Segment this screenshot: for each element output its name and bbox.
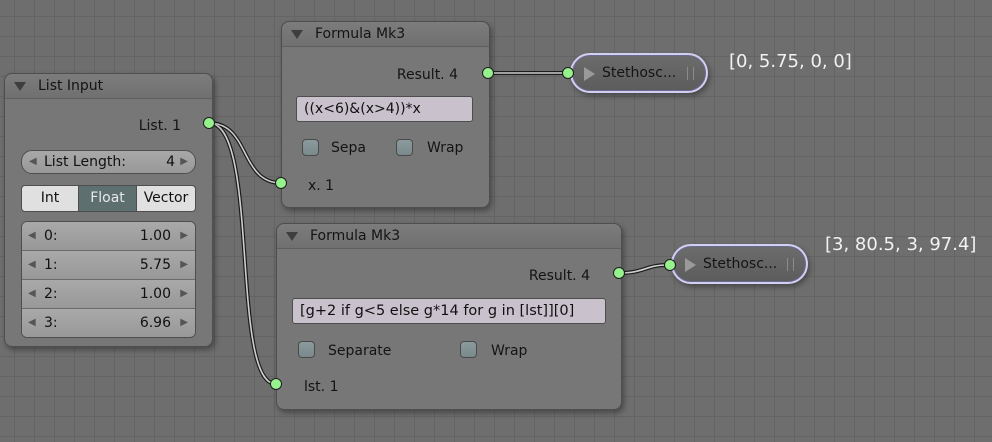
list-length-value: 4 xyxy=(166,154,175,170)
increment-arrow-icon[interactable]: ▶ xyxy=(180,317,188,328)
wrap-checkbox-label: Wrap xyxy=(491,343,528,359)
list-value-row[interactable]: ◀ 2: 1.00 ▶ xyxy=(22,280,195,309)
decrement-arrow-icon[interactable]: ◀ xyxy=(28,259,36,270)
result-socket-label: Result. 4 xyxy=(396,67,458,83)
list-value-number: 1.00 xyxy=(139,228,171,244)
increment-arrow-icon[interactable]: ▶ xyxy=(180,259,188,270)
formula-input[interactable]: ((x<6)&(x>4))*x xyxy=(296,96,473,122)
stethoscope-node-2[interactable]: Stethosc... xyxy=(671,244,808,284)
collapse-arrow-icon[interactable] xyxy=(291,30,303,39)
decrement-arrow-icon[interactable]: ◀ xyxy=(28,230,36,241)
stethoscope2-output: [3, 80.5, 3, 97.4] xyxy=(825,234,977,255)
decrement-arrow-icon[interactable]: ◀ xyxy=(29,156,37,167)
node-title: Stethosc... xyxy=(602,65,677,81)
collapse-arrow-icon[interactable] xyxy=(14,82,26,91)
list-value-row[interactable]: ◀ 0: 1.00 ▶ xyxy=(22,222,195,251)
type-float-button[interactable]: Float xyxy=(78,185,137,212)
link-list-to-formula1 xyxy=(207,121,283,185)
list-value-index: 3: xyxy=(44,315,58,331)
result-socket-label: Result. 4 xyxy=(528,268,590,284)
link-list-to-formula2 xyxy=(207,121,278,386)
stethoscope1-output: [0, 5.75, 0, 0] xyxy=(729,51,852,72)
play-triangle-icon[interactable] xyxy=(584,67,595,81)
wrap-checkbox[interactable] xyxy=(460,341,477,358)
decrement-arrow-icon[interactable]: ◀ xyxy=(28,288,36,299)
list-value-index: 0: xyxy=(44,228,58,244)
output-socket-label: List. 1 xyxy=(138,118,181,134)
formula2-result-socket[interactable] xyxy=(613,267,625,279)
formula1-x-input-socket[interactable] xyxy=(275,177,287,189)
node-title: Stethosc... xyxy=(703,256,778,272)
formula1-result-socket[interactable] xyxy=(482,67,494,79)
list-length-label: List Length: xyxy=(44,154,126,170)
increment-arrow-icon[interactable]: ▶ xyxy=(180,156,188,167)
node-title: Formula Mk3 xyxy=(315,26,406,42)
wrap-checkbox-label: Wrap xyxy=(427,140,464,156)
list-value-number: 5.75 xyxy=(139,257,171,273)
stethoscope1-input-socket[interactable] xyxy=(562,67,574,79)
node-header[interactable]: Formula Mk3 xyxy=(277,224,621,249)
formula-node-2[interactable]: Formula Mk3 Result. 4 [g+2 if g<5 else g… xyxy=(276,223,622,410)
separate-checkbox-label: Sepa xyxy=(331,140,366,156)
link-formula2-to-stethoscope2 xyxy=(617,263,670,275)
node-header[interactable]: Formula Mk3 xyxy=(282,22,489,47)
node-title: Formula Mk3 xyxy=(310,228,401,244)
input-socket-label: lst. 1 xyxy=(304,379,339,395)
formula-node-1[interactable]: Formula Mk3 Result. 4 ((x<6)&(x>4))*x Se… xyxy=(281,21,490,208)
input-socket-label: x. 1 xyxy=(308,178,335,194)
increment-arrow-icon[interactable]: ▶ xyxy=(180,230,188,241)
list-value-index: 2: xyxy=(44,286,58,302)
type-vector-button[interactable]: Vector xyxy=(136,185,196,212)
separate-checkbox[interactable] xyxy=(298,341,315,358)
stethoscope-node-1[interactable]: Stethosc... xyxy=(570,53,708,93)
list-length-field[interactable]: ◀ List Length: 4 ▶ xyxy=(21,150,196,174)
type-int-button[interactable]: Int xyxy=(21,185,79,212)
node-title: List Input xyxy=(38,78,104,94)
stethoscope2-input-socket[interactable] xyxy=(664,259,676,271)
play-triangle-icon[interactable] xyxy=(685,258,696,272)
list-value-row[interactable]: ◀ 1: 5.75 ▶ xyxy=(22,251,195,280)
formula2-lst-input-socket[interactable] xyxy=(270,378,282,390)
list-output-socket[interactable] xyxy=(203,117,215,129)
increment-arrow-icon[interactable]: ▶ xyxy=(180,288,188,299)
separate-checkbox-label: Separate xyxy=(328,343,392,359)
list-input-node[interactable]: List Input List. 1 ◀ List Length: 4 ▶ In… xyxy=(4,73,213,347)
separate-checkbox[interactable] xyxy=(302,139,319,156)
list-value-number: 1.00 xyxy=(139,286,171,302)
list-value-number: 6.96 xyxy=(139,315,171,331)
collapse-arrow-icon[interactable] xyxy=(286,232,298,241)
list-value-index: 1: xyxy=(44,257,58,273)
decrement-arrow-icon[interactable]: ◀ xyxy=(28,317,36,328)
wrap-checkbox[interactable] xyxy=(396,139,413,156)
resize-grip-icon[interactable] xyxy=(787,258,794,271)
resize-grip-icon[interactable] xyxy=(687,67,694,80)
list-value-row[interactable]: ◀ 3: 6.96 ▶ xyxy=(22,309,195,337)
node-header[interactable]: List Input xyxy=(5,74,212,99)
formula-input[interactable]: [g+2 if g<5 else g*14 for g in [lst]][0] xyxy=(292,298,606,324)
list-values: ◀ 0: 1.00 ▶ ◀ 1: 5.75 ▶ ◀ 2: 1.00 ▶ ◀ 3:… xyxy=(21,221,196,338)
